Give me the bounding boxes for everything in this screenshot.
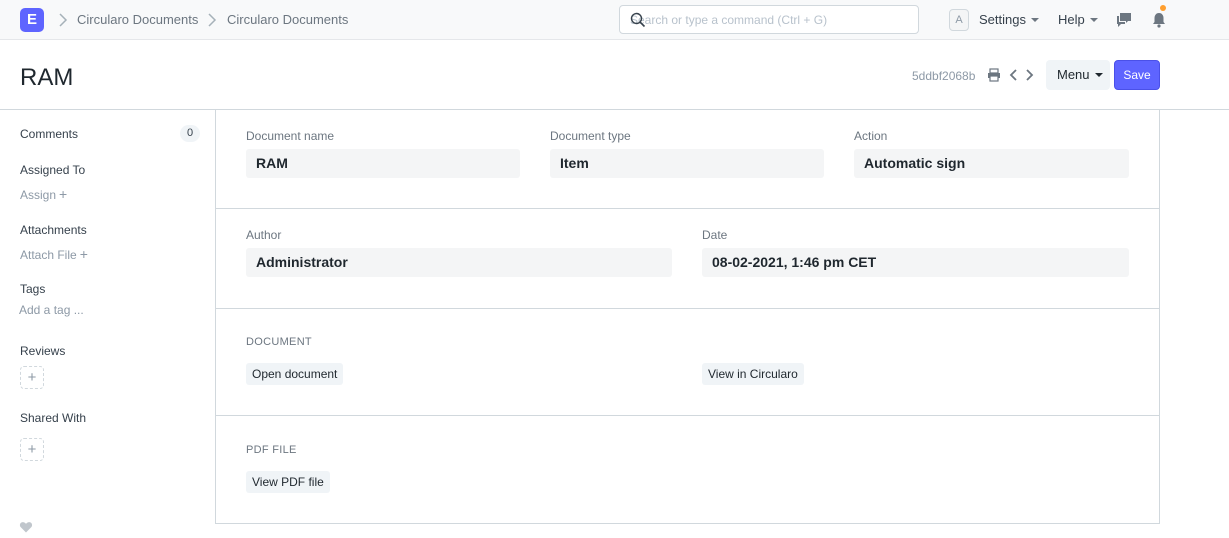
add-share-button[interactable]: + bbox=[20, 438, 44, 461]
comments-label: Comments bbox=[20, 127, 79, 141]
page-title: RAM bbox=[20, 64, 74, 91]
attachments-label: Attachments bbox=[20, 223, 87, 237]
search-icon[interactable] bbox=[630, 12, 646, 28]
menu-button[interactable]: Menu bbox=[1046, 60, 1110, 90]
caret-down-icon bbox=[1089, 17, 1098, 22]
page-head: RAM 5ddbf2068b Menu Save bbox=[0, 40, 1229, 110]
plus-icon: + bbox=[59, 186, 68, 202]
help-label: Help bbox=[1058, 12, 1085, 27]
menu-label: Menu bbox=[1057, 67, 1090, 82]
open-document-button[interactable]: Open document bbox=[246, 363, 344, 385]
notification-dot bbox=[1160, 5, 1166, 11]
search-input[interactable]: Search or type a command (Ctrl + G) bbox=[619, 5, 919, 34]
form-section-document: DOCUMENT Open document View in Circularo bbox=[216, 309, 1159, 416]
plus-icon: + bbox=[79, 246, 88, 262]
document-type-field[interactable]: Item bbox=[550, 149, 824, 178]
field-label: Author bbox=[246, 228, 282, 242]
assign-link[interactable]: Assign + bbox=[20, 186, 67, 202]
bell-icon[interactable] bbox=[1150, 11, 1168, 29]
author-field[interactable]: Administrator bbox=[246, 248, 672, 277]
view-pdf-button[interactable]: View PDF file bbox=[246, 471, 330, 493]
chevron-right-icon[interactable] bbox=[1022, 68, 1036, 82]
reviews-label: Reviews bbox=[20, 344, 66, 358]
navbar: E Circularo Documents Circularo Document… bbox=[0, 0, 1229, 40]
view-in-circularo-button[interactable]: View in Circularo bbox=[702, 363, 804, 385]
assigned-to-label: Assigned To bbox=[20, 163, 86, 177]
caret-down-icon bbox=[1094, 72, 1103, 77]
field-label: Document type bbox=[550, 129, 631, 143]
date-field[interactable]: 08-02-2021, 1:46 pm CET bbox=[702, 248, 1129, 277]
search-placeholder: Search or type a command (Ctrl + G) bbox=[630, 13, 828, 27]
assign-label: Assign bbox=[20, 188, 57, 202]
add-tag-link[interactable]: Add a tag ... bbox=[19, 303, 84, 317]
breadcrumb-item[interactable]: Circularo Documents bbox=[77, 12, 198, 27]
field-label: Action bbox=[854, 129, 888, 143]
print-icon[interactable] bbox=[987, 68, 1001, 82]
chat-icon[interactable] bbox=[1115, 11, 1133, 29]
form-section-pdf: PDF FILE View PDF file bbox=[216, 416, 1159, 523]
shared-with-label: Shared With bbox=[20, 411, 87, 425]
document-id: 5ddbf2068b bbox=[912, 69, 976, 83]
attach-file-label: Attach File bbox=[20, 248, 77, 262]
document-form: Document name RAM Document type Item Act… bbox=[215, 110, 1160, 524]
chevron-right-icon bbox=[55, 12, 71, 28]
document-name-field[interactable]: RAM bbox=[246, 149, 520, 178]
save-button[interactable]: Save bbox=[1114, 60, 1160, 90]
sidebar: Comments 0 Assigned To Assign + Attachmen… bbox=[0, 110, 215, 538]
avatar[interactable]: A bbox=[949, 9, 969, 31]
chevron-right-icon bbox=[204, 12, 220, 28]
field-label: Document name bbox=[246, 129, 335, 143]
form-section-author: Author Administrator Date 08-02-2021, 1:… bbox=[216, 209, 1159, 309]
attach-file-link[interactable]: Attach File + bbox=[20, 246, 88, 262]
tags-label: Tags bbox=[20, 282, 46, 296]
field-label: Date bbox=[702, 228, 728, 242]
form-section-details: Document name RAM Document type Item Act… bbox=[216, 110, 1159, 209]
caret-down-icon bbox=[1030, 17, 1039, 22]
chevron-left-icon[interactable] bbox=[1007, 68, 1021, 82]
comments-count-badge: 0 bbox=[180, 125, 200, 142]
action-field[interactable]: Automatic sign bbox=[854, 149, 1129, 178]
breadcrumb-item[interactable]: Circularo Documents bbox=[227, 12, 348, 27]
section-heading: PDF FILE bbox=[246, 444, 297, 456]
help-dropdown[interactable]: Help bbox=[1058, 12, 1098, 27]
app-logo[interactable]: E bbox=[20, 8, 44, 32]
add-review-button[interactable]: + bbox=[20, 366, 44, 389]
settings-label: Settings bbox=[979, 12, 1026, 27]
heart-icon[interactable] bbox=[19, 520, 33, 534]
section-heading: DOCUMENT bbox=[246, 336, 312, 348]
settings-dropdown[interactable]: Settings bbox=[979, 12, 1039, 27]
